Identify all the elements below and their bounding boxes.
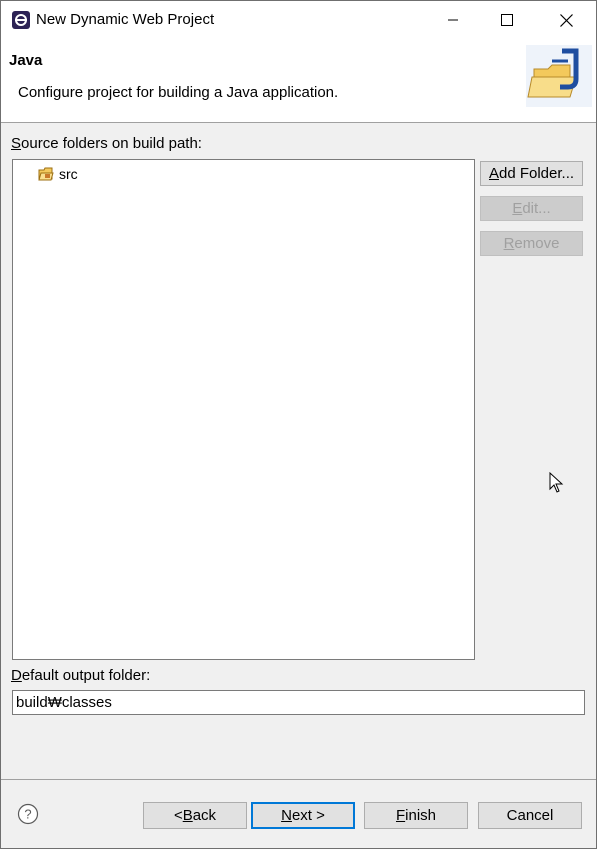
svg-text:?: ? bbox=[24, 807, 31, 822]
finish-button[interactable]: Finish bbox=[364, 802, 468, 829]
minimize-button[interactable] bbox=[430, 1, 476, 39]
default-output-folder-label: Default output folder: bbox=[11, 667, 151, 684]
close-icon bbox=[559, 13, 573, 27]
wizard-banner: Java Configure project for building a Ja… bbox=[1, 39, 596, 123]
window-title: New Dynamic Web Project bbox=[36, 11, 215, 28]
back-button[interactable]: < Back bbox=[143, 802, 247, 829]
close-button[interactable] bbox=[543, 1, 589, 39]
eclipse-app-icon bbox=[12, 11, 30, 29]
help-icon[interactable]: ? bbox=[17, 803, 39, 825]
footer-separator bbox=[1, 779, 596, 780]
mouse-cursor-icon bbox=[549, 472, 564, 493]
maximize-button[interactable] bbox=[484, 1, 530, 39]
remove-button[interactable]: Remove bbox=[480, 231, 583, 256]
add-folder-button[interactable]: Add Folder... bbox=[480, 161, 583, 186]
source-folder-icon bbox=[38, 167, 54, 181]
java-folder-banner-icon bbox=[526, 45, 592, 107]
maximize-icon bbox=[501, 14, 513, 26]
page-description: Configure project for building a Java ap… bbox=[18, 84, 339, 101]
tree-item-label: src bbox=[59, 166, 78, 182]
minimize-icon bbox=[448, 19, 458, 21]
source-folders-label: Source folders on build path: bbox=[11, 135, 202, 152]
cancel-button[interactable]: Cancel bbox=[478, 802, 582, 829]
page-title: Java bbox=[9, 52, 43, 69]
default-output-folder-input[interactable]: build₩classes bbox=[12, 690, 585, 715]
source-folders-tree[interactable]: src bbox=[12, 159, 475, 660]
title-bar[interactable]: New Dynamic Web Project bbox=[1, 1, 596, 39]
dialog-window: New Dynamic Web Project Java Configure p… bbox=[0, 0, 597, 849]
edit-button[interactable]: Edit... bbox=[480, 196, 583, 221]
next-button[interactable]: Next > bbox=[251, 802, 355, 829]
tree-item-src[interactable]: src bbox=[38, 165, 78, 183]
